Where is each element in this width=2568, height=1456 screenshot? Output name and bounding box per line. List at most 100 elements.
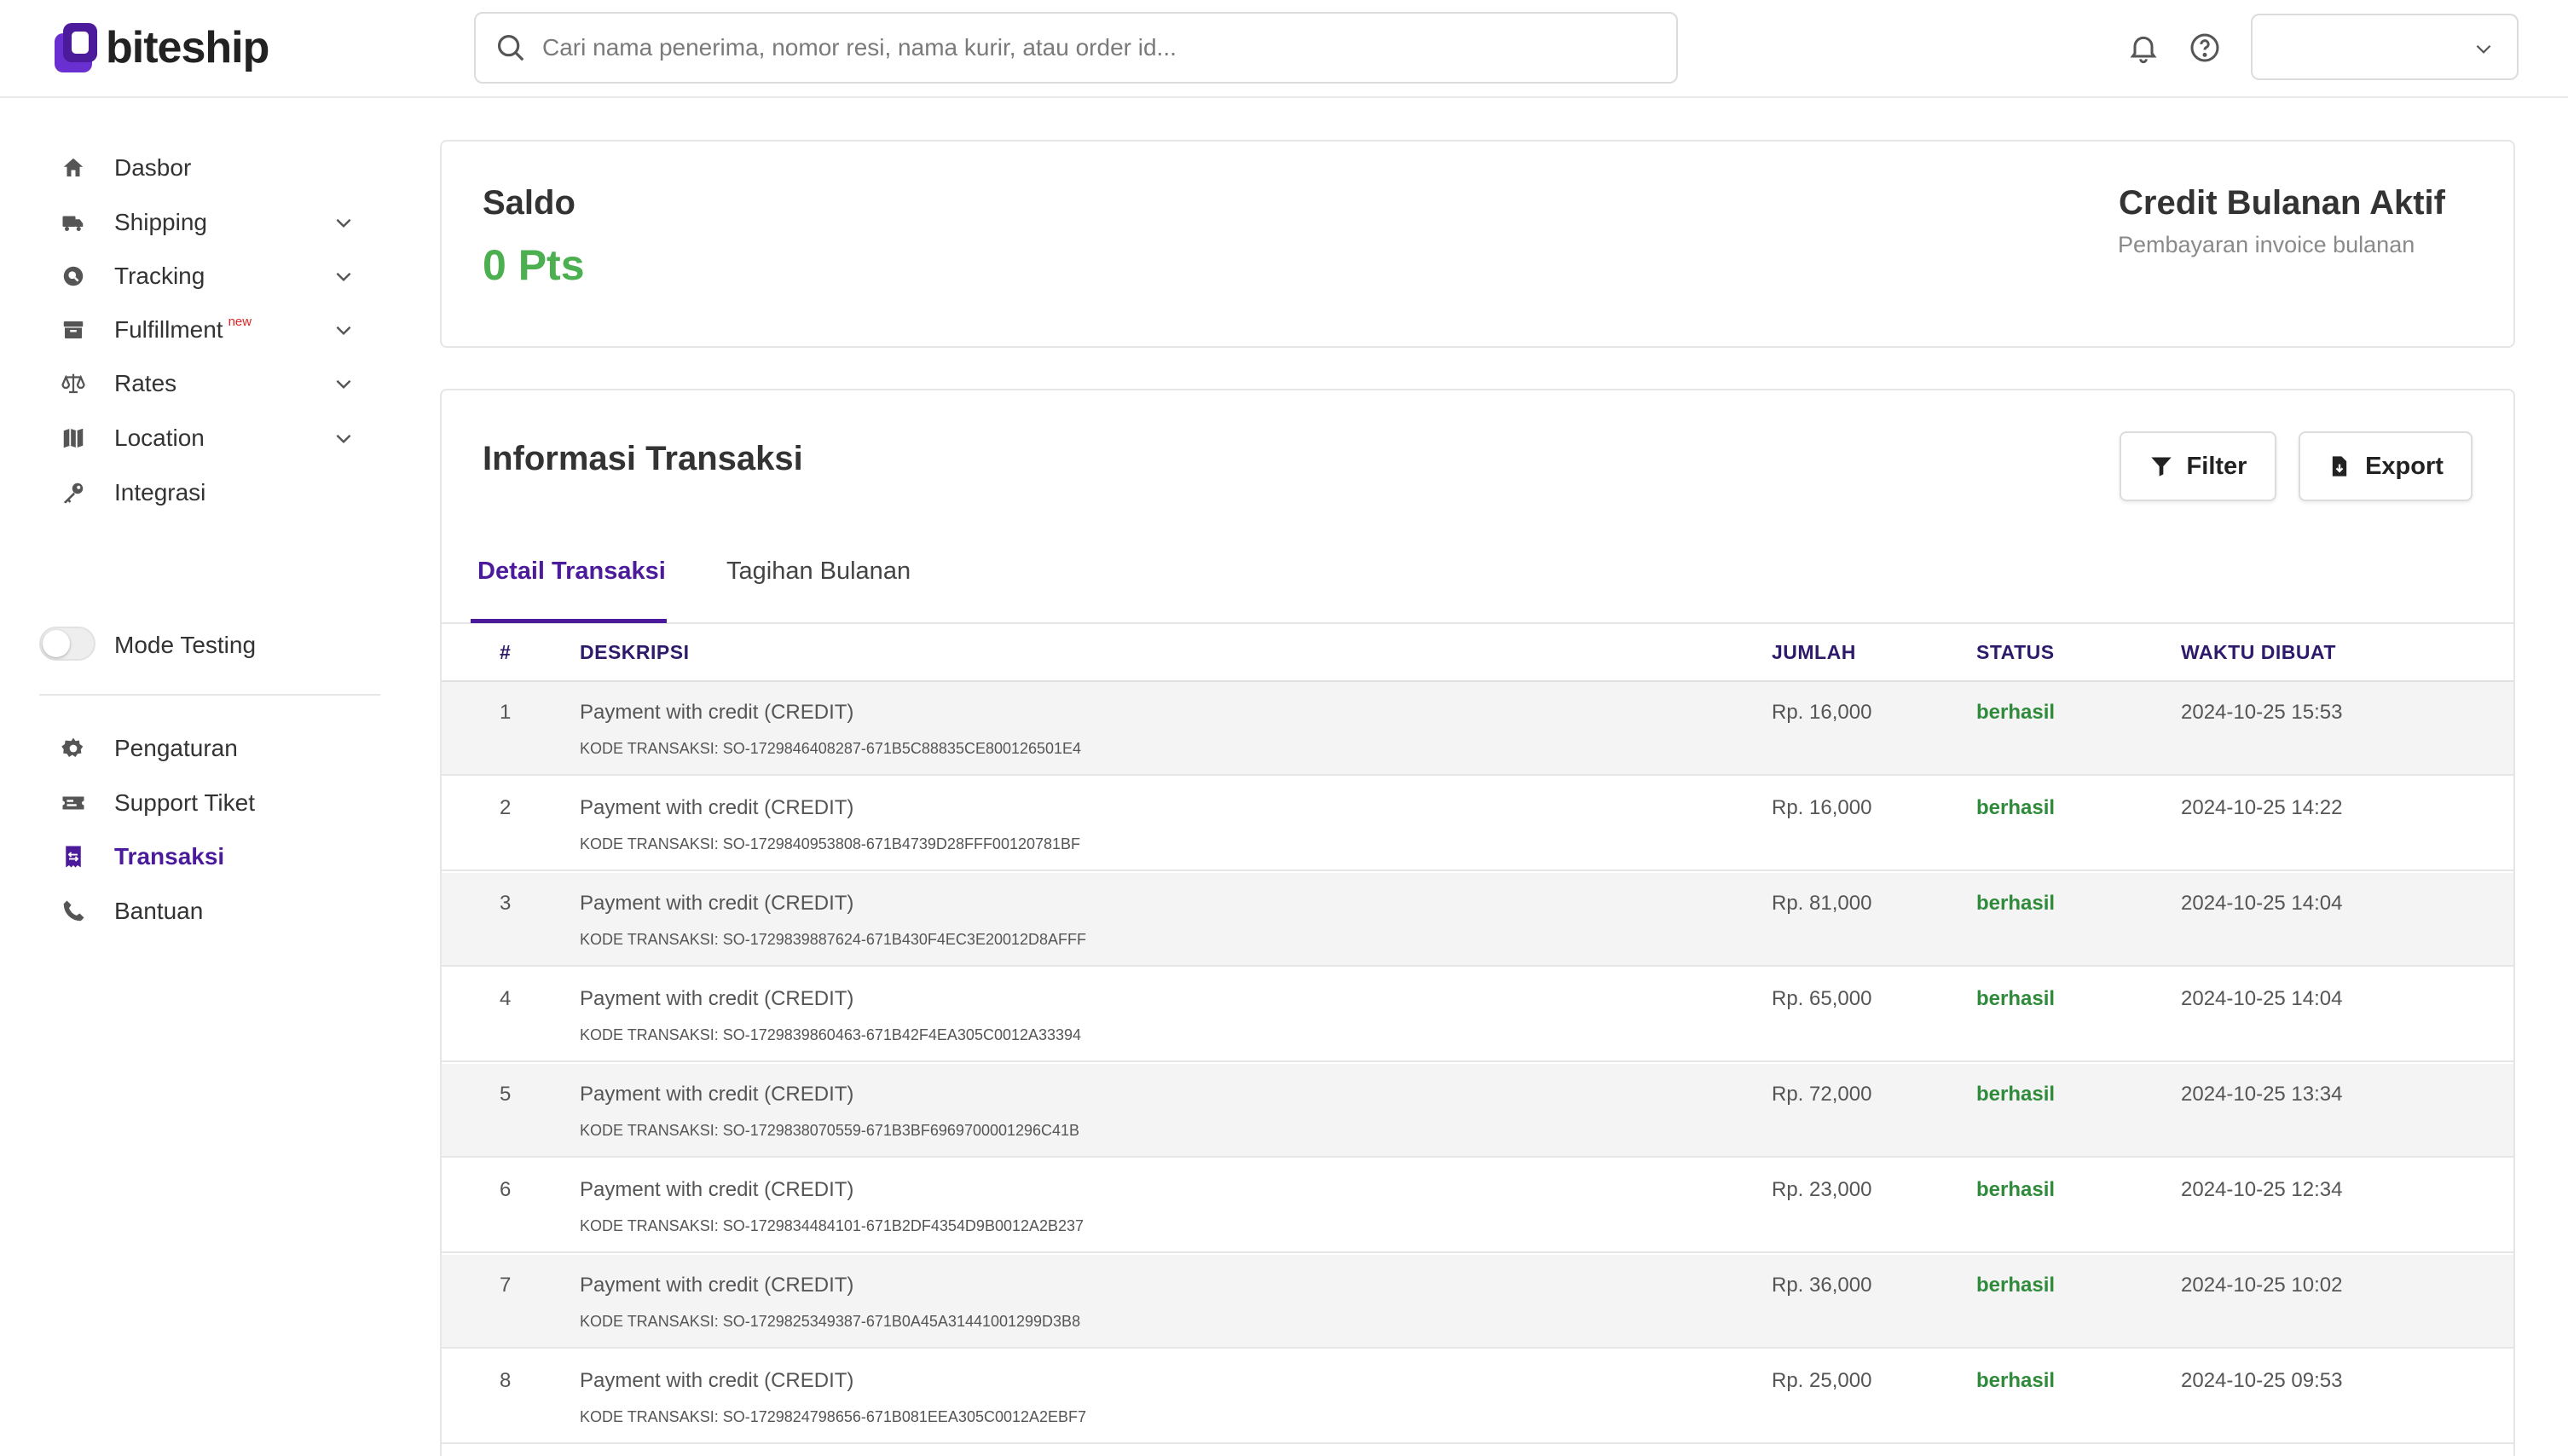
cell-number: 8 (500, 1369, 512, 1392)
chevron-down-icon[interactable] (333, 319, 355, 341)
cell-number: 2 (500, 796, 512, 819)
sidebar-item-support-tiket[interactable]: Support Tiket (39, 777, 363, 829)
brand-logo[interactable]: biteship (53, 20, 269, 75)
cell-transaction-code: KODE TRANSAKSI: SO-1729825349387-671B0A4… (580, 1313, 1081, 1330)
search-input[interactable] (542, 34, 1651, 61)
cell-number: 1 (500, 701, 512, 724)
cell-amount: Rp. 16,000 (1772, 796, 1872, 819)
sidebar-item-tracking[interactable]: Tracking (39, 251, 363, 302)
cell-amount: Rp. 65,000 (1772, 987, 1872, 1010)
file-export-icon (2332, 456, 2347, 477)
cell-status: berhasil (1976, 796, 2056, 819)
cell-description: Payment with credit (CREDIT) (580, 1178, 854, 1201)
new-badge: new (228, 315, 252, 329)
sidebar-item-rates[interactable]: Rates (39, 358, 363, 409)
saldo-title: Saldo (483, 184, 575, 222)
bell-icon[interactable] (2126, 31, 2160, 65)
filter-button[interactable]: Filter (2120, 431, 2276, 501)
table-row[interactable]: 4 Payment with credit (CREDIT) KODE TRANSA… (442, 968, 2513, 1062)
cell-number: 5 (500, 1083, 512, 1106)
sidebar-item-bantuan[interactable]: Bantuan (39, 886, 363, 937)
chevron-down-icon[interactable] (333, 373, 355, 395)
table-row[interactable]: 5 Payment with credit (CREDIT) KODE TRANSA… (442, 1064, 2513, 1158)
cell-created-time: 2024-10-25 10:02 (2181, 1274, 2343, 1297)
gear-icon (60, 735, 87, 762)
export-button[interactable]: Export (2299, 431, 2473, 501)
chevron-down-icon[interactable] (333, 211, 355, 234)
sidebar-item-label: Dasbor (114, 154, 192, 181)
sidebar-item-location[interactable]: Location (39, 413, 363, 464)
account-dropdown[interactable] (2251, 14, 2519, 80)
column-header-status: STATUS (1976, 641, 2055, 663)
sidebar-item-dasbor[interactable]: Dasbor (39, 142, 363, 194)
cell-transaction-code: KODE TRANSAKSI: SO-1729846408287-671B5C8… (580, 740, 1082, 757)
column-header-waktu: WAKTU DIBUAT (2181, 641, 2336, 663)
table-row[interactable]: 7 Payment with credit (CREDIT) KODE TRANSA… (442, 1255, 2513, 1349)
tab-detail-transaksi[interactable]: Detail Transaksi (477, 558, 666, 586)
cell-status: berhasil (1976, 1083, 2056, 1106)
cell-created-time: 2024-10-25 14:04 (2181, 892, 2343, 915)
ticket-icon (60, 789, 87, 817)
cell-transaction-code: KODE TRANSAKSI: SO-1729834484101-671B2DF… (580, 1217, 1084, 1234)
top-bar: biteship (0, 0, 2568, 98)
biteship-logo-icon (55, 23, 97, 72)
sidebar-item-transaksi[interactable]: Transaksi (39, 831, 363, 882)
cell-status: berhasil (1976, 1369, 2056, 1392)
filter-label: Filter (2186, 452, 2247, 480)
cell-transaction-code: KODE TRANSAKSI: SO-1729840953808-671B473… (580, 835, 1081, 852)
sidebar-item-shipping[interactable]: Shipping (39, 197, 363, 248)
sidebar-item-label: Transaksi (114, 843, 225, 870)
tab-tagihan-bulanan[interactable]: Tagihan Bulanan (726, 558, 911, 586)
sidebar-item-label: Integrasi (114, 479, 206, 506)
table-row[interactable]: 8 Payment with credit (CREDIT) KODE TRANSA… (442, 1350, 2513, 1444)
key-icon (60, 479, 87, 506)
column-header-number: # (500, 641, 512, 663)
help-icon[interactable] (2188, 31, 2222, 65)
cell-description: Payment with credit (CREDIT) (580, 1083, 854, 1106)
cell-description: Payment with credit (CREDIT) (580, 796, 854, 819)
cell-status: berhasil (1976, 892, 2056, 915)
cell-description: Payment with credit (CREDIT) (580, 892, 854, 915)
table-row[interactable]: 1 Payment with credit (CREDIT) KODE TRANSA… (442, 682, 2513, 776)
credit-title: Credit Bulanan Aktif (2119, 184, 2445, 222)
cell-amount: Rp. 36,000 (1772, 1274, 1872, 1297)
sidebar: Dasbor Shipping Tracking Fulfillment new … (0, 100, 401, 1456)
tab-divider (442, 622, 2513, 624)
cell-created-time: 2024-10-25 14:04 (2181, 987, 2343, 1010)
cell-description: Payment with credit (CREDIT) (580, 1369, 854, 1392)
sidebar-item-label: Pengaturan (114, 735, 238, 761)
cell-description: Payment with credit (CREDIT) (580, 987, 854, 1010)
chevron-down-icon[interactable] (333, 265, 355, 287)
sidebar-item-label: Bantuan (114, 898, 204, 924)
table-row[interactable]: 2 Payment with credit (CREDIT) KODE TRANSA… (442, 777, 2513, 871)
saldo-value: 0 Pts (483, 241, 585, 289)
scale-icon (60, 370, 87, 397)
brand-name: biteship (106, 23, 269, 72)
table-row[interactable]: 6 Payment with credit (CREDIT) KODE TRANSA… (442, 1159, 2513, 1253)
cell-amount: Rp. 23,000 (1772, 1178, 1872, 1201)
cell-transaction-code: KODE TRANSAKSI: SO-1729824798656-671B081… (580, 1408, 1087, 1425)
cell-created-time: 2024-10-25 15:53 (2181, 701, 2343, 724)
transactions-card: Informasi Transaksi Filter Export Detail… (440, 389, 2515, 1456)
table-row[interactable]: 3 Payment with credit (CREDIT) KODE TRANSA… (442, 873, 2513, 967)
tracking-icon (60, 263, 87, 290)
chevron-down-icon[interactable] (333, 427, 355, 449)
cell-transaction-code: KODE TRANSAKSI: SO-1729839860463-671B42F… (580, 1026, 1082, 1043)
cell-status: berhasil (1976, 701, 2056, 724)
cell-number: 4 (500, 987, 512, 1010)
sidebar-item-label: Location (114, 425, 205, 451)
cell-created-time: 2024-10-25 09:53 (2181, 1369, 2343, 1392)
search-bar[interactable] (474, 12, 1678, 84)
cell-amount: Rp. 25,000 (1772, 1369, 1872, 1392)
phone-icon (60, 898, 87, 925)
active-tab-indicator (471, 619, 667, 623)
sidebar-item-integrasi[interactable]: Integrasi (39, 467, 363, 518)
sidebar-item-pengaturan-main[interactable]: Pengaturan (39, 723, 363, 774)
cell-created-time: 2024-10-25 14:22 (2181, 796, 2343, 819)
sidebar-item-label: Support Tiket (114, 789, 255, 816)
sidebar-item-fulfillment[interactable]: Fulfillment new (39, 304, 363, 355)
cell-status: berhasil (1976, 1178, 2056, 1201)
sidebar-item-label: Shipping (114, 209, 207, 235)
saldo-card: Saldo 0 Pts Credit Bulanan Aktif Pembaya… (440, 140, 2515, 348)
